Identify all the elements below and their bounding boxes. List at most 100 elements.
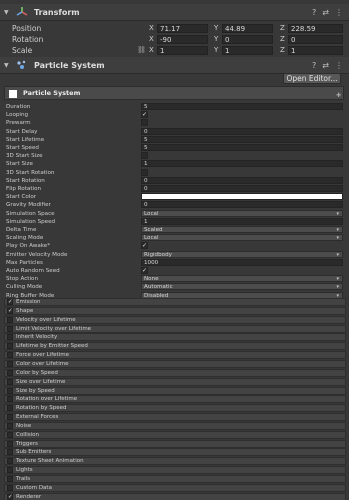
rotation-x-field[interactable]: -90: [157, 34, 208, 44]
more-options-icon[interactable]: ⋮: [335, 8, 343, 17]
scale-y-field[interactable]: 1: [222, 45, 273, 55]
rotation-z-field[interactable]: 0: [288, 34, 343, 44]
module-enable-checkbox[interactable]: [7, 360, 13, 367]
position-y-field[interactable]: 44.89: [222, 23, 273, 33]
module-size-by-speed[interactable]: Size by Speed: [4, 386, 346, 395]
module-enable-checkbox[interactable]: ✓: [7, 493, 13, 500]
module-enable-checkbox[interactable]: [7, 440, 13, 447]
start-rotation-field[interactable]: 0: [141, 176, 343, 184]
module-enable-checkbox[interactable]: [7, 334, 13, 341]
rotation-y-field[interactable]: 0: [222, 34, 273, 44]
module-enable-checkbox[interactable]: [7, 476, 13, 482]
plus-icon[interactable]: ✚: [336, 92, 341, 99]
transform-header[interactable]: ▼ Transform ? ⇄ ⋮: [0, 4, 349, 21]
module-enable-checkbox[interactable]: [7, 431, 13, 438]
scale-x-field[interactable]: 1: [157, 45, 208, 55]
scale-z-field[interactable]: 1: [288, 45, 343, 55]
start-speed-field[interactable]: 5: [141, 144, 343, 151]
module-noise[interactable]: Noise: [4, 421, 346, 430]
triangle-down-icon[interactable]: ▼: [4, 9, 10, 16]
module-enable-checkbox[interactable]: [7, 422, 13, 429]
start-delay-field[interactable]: 0: [141, 127, 343, 135]
scaling-mode-dropdown[interactable]: Local ▾: [141, 234, 343, 242]
particle-system-main-module[interactable]: Particle System ✚: [4, 86, 344, 100]
module-enable-checkbox[interactable]: [7, 396, 13, 403]
module-enable-checkbox[interactable]: [7, 352, 13, 359]
module-label: Triggers: [16, 440, 38, 447]
module-rotation-over-lifetime[interactable]: Rotation over Lifetime: [4, 395, 346, 404]
module-enable-checkbox[interactable]: [7, 369, 13, 376]
module-shape[interactable]: ✓ Shape: [4, 306, 346, 315]
module-custom-data[interactable]: Custom Data: [4, 483, 346, 492]
triangle-down-icon[interactable]: ▼: [4, 62, 10, 69]
culling-mode-dropdown[interactable]: Automatic ▾: [141, 283, 343, 291]
start-lifetime-field[interactable]: 5: [141, 135, 343, 143]
property-label: Simulation Space: [6, 210, 55, 217]
position-x-field[interactable]: 71.17: [157, 23, 208, 33]
preset-icon[interactable]: ⇄: [322, 61, 329, 70]
module-texture-sheet-animation[interactable]: Texture Sheet Animation: [4, 457, 346, 466]
particle-system-header[interactable]: ▼ Particle System ? ⇄ ⋮: [0, 57, 349, 74]
module-inherit-velocity[interactable]: Inherit Velocity: [4, 333, 346, 342]
play-on-awake-checkbox[interactable]: ✓: [141, 242, 148, 250]
module-velocity-over-lifetime[interactable]: Velocity over Lifetime: [4, 315, 346, 324]
module-sub-emitters[interactable]: Sub Emitters: [4, 448, 346, 457]
3d-start-rotation-checkbox[interactable]: [141, 168, 148, 176]
module-rotation-by-speed[interactable]: Rotation by Speed: [4, 404, 346, 413]
help-icon[interactable]: ?: [312, 8, 316, 17]
delta-time-dropdown[interactable]: Scaled ▾: [141, 226, 343, 233]
help-icon[interactable]: ?: [312, 61, 316, 70]
looping-checkbox[interactable]: ✓: [141, 111, 148, 119]
module-enable-checkbox[interactable]: ✓: [7, 299, 13, 305]
module-enable-checkbox[interactable]: [7, 378, 13, 385]
module-trails[interactable]: Trails: [4, 475, 346, 483]
constrain-proportions-icon[interactable]: ⛓: [137, 46, 146, 54]
module-enable-checkbox[interactable]: [7, 458, 13, 465]
module-enable-checkbox[interactable]: [7, 449, 13, 456]
module-force-over-lifetime[interactable]: Force over Lifetime: [4, 351, 346, 360]
module-lifetime-by-emitter-speed[interactable]: Lifetime by Emitter Speed: [4, 342, 346, 351]
module-collision[interactable]: Collision: [4, 430, 346, 439]
chevron-down-icon: ▾: [336, 251, 339, 258]
start-size-field[interactable]: 1: [141, 160, 343, 168]
module-color-by-speed[interactable]: Color by Speed: [4, 368, 346, 377]
start-speed-value: 5: [144, 145, 148, 151]
chevron-down-icon: ▾: [336, 210, 339, 217]
emitter-velocity-mode-dropdown[interactable]: Rigidbody ▾: [141, 250, 343, 258]
gravity-modifier-field[interactable]: 0: [141, 201, 343, 209]
module-enable-checkbox[interactable]: [7, 325, 13, 332]
axis-y-label: Y: [214, 46, 219, 54]
module-enable-checkbox[interactable]: [7, 405, 13, 412]
module-renderer[interactable]: ✓ Renderer: [4, 492, 346, 500]
module-enable-checkbox[interactable]: [7, 414, 13, 421]
module-size-over-lifetime[interactable]: Size over Lifetime: [4, 377, 346, 386]
module-enable-checkbox[interactable]: [7, 343, 13, 350]
more-options-icon[interactable]: ⋮: [335, 61, 343, 70]
module-label: Emission: [16, 299, 41, 305]
simulation-space-dropdown[interactable]: Local ▾: [141, 209, 343, 217]
module-enable-checkbox[interactable]: [7, 316, 13, 323]
module-external-forces[interactable]: External Forces: [4, 413, 346, 422]
module-limit-velocity-over-lifetime[interactable]: Limit Velocity over Lifetime: [4, 324, 346, 333]
module-color-over-lifetime[interactable]: Color over Lifetime: [4, 359, 346, 368]
module-emission[interactable]: ✓ Emission: [4, 298, 346, 306]
module-enable-checkbox[interactable]: [7, 387, 13, 394]
flip-rotation-field[interactable]: 0: [141, 185, 343, 192]
prewarm-checkbox[interactable]: [141, 119, 148, 127]
module-lights[interactable]: Lights: [4, 466, 346, 475]
position-z-field[interactable]: 228.59: [288, 23, 343, 33]
module-triggers[interactable]: Triggers: [4, 439, 346, 448]
start-color-field[interactable]: [141, 193, 343, 201]
system-name-label: Particle System: [23, 89, 81, 97]
preset-icon[interactable]: ⇄: [322, 8, 329, 17]
duration-field[interactable]: 5: [141, 103, 343, 110]
simulation-speed-field[interactable]: 1: [141, 217, 343, 225]
stop-action-dropdown[interactable]: None ▾: [141, 275, 343, 283]
module-enable-checkbox[interactable]: [7, 484, 13, 491]
3d-start-size-checkbox[interactable]: [141, 152, 148, 160]
max-particles-field[interactable]: 1000: [141, 258, 343, 266]
module-enable-checkbox[interactable]: [7, 467, 13, 474]
auto-random-seed-checkbox[interactable]: ✓: [141, 267, 148, 274]
open-editor-button[interactable]: Open Editor...: [283, 73, 341, 84]
module-enable-checkbox[interactable]: ✓: [7, 307, 13, 314]
